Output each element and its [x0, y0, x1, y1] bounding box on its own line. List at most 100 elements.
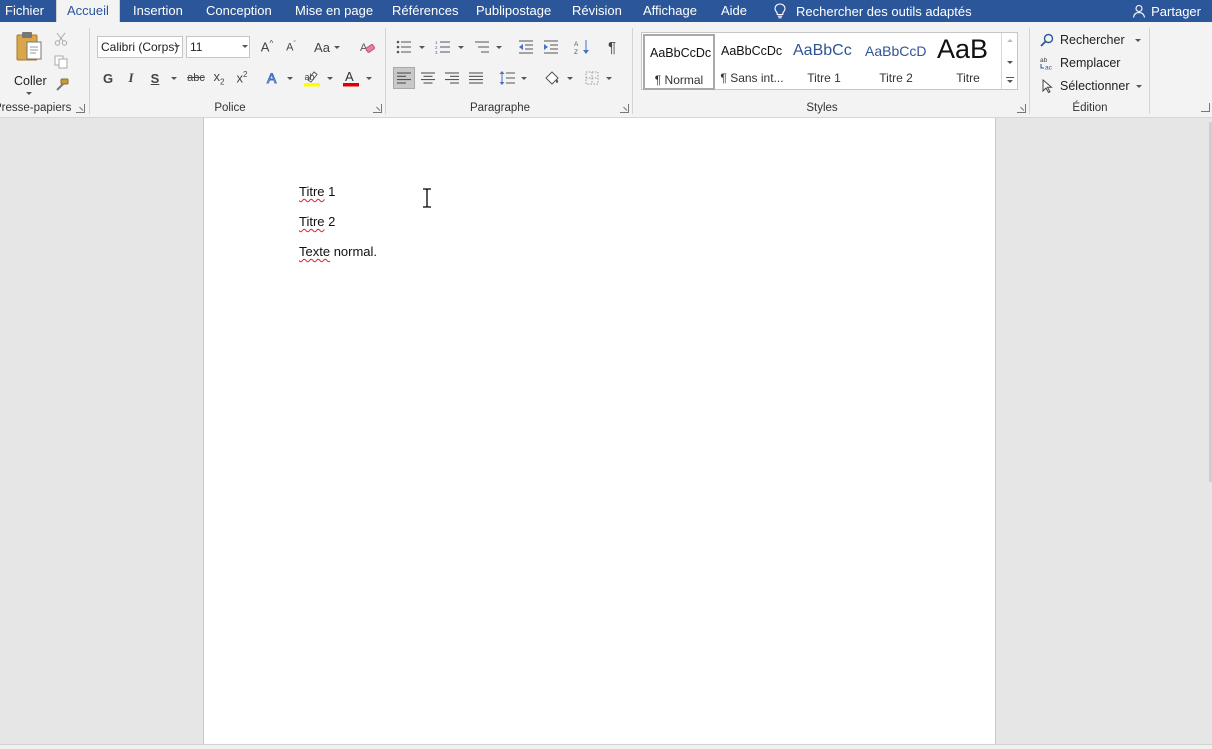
align-left-button[interactable]: [393, 67, 415, 89]
justify-icon: [469, 72, 483, 84]
style-title[interactable]: AaB Titre: [932, 34, 1004, 90]
font-color-icon: A: [343, 69, 359, 87]
bullets-dropdown-icon[interactable]: [419, 46, 425, 49]
svg-text:Z: Z: [574, 49, 578, 55]
clear-formatting-button[interactable]: A: [357, 36, 377, 58]
document-page[interactable]: Titre 1 Titre 2 Texte normal.: [203, 118, 996, 744]
font-name-box[interactable]: Calibri (Corps): [97, 36, 183, 58]
font-color-dropdown-icon[interactable]: [366, 77, 372, 80]
grow-font-button[interactable]: A^: [258, 36, 276, 58]
clipboard-dialog-launcher[interactable]: [76, 104, 85, 113]
numbering-button[interactable]: 123: [433, 36, 453, 58]
text-effects-icon: A: [267, 70, 278, 86]
tab-mise-en-page[interactable]: Mise en page: [295, 0, 373, 22]
line-spacing-button[interactable]: [497, 67, 517, 89]
align-center-button[interactable]: [418, 67, 438, 89]
line-spacing-dropdown-icon[interactable]: [521, 77, 527, 80]
select-dropdown-icon[interactable]: [1135, 84, 1142, 88]
tell-me-search[interactable]: Rechercher des outils adaptés: [774, 0, 972, 22]
style-heading-2[interactable]: AaBbCcD Titre 2: [860, 34, 932, 90]
borders-dropdown-icon[interactable]: [606, 77, 612, 80]
text-effects-button[interactable]: A: [264, 67, 284, 89]
underline-button[interactable]: S: [146, 67, 164, 89]
spelling-error[interactable]: Titre: [299, 214, 325, 229]
show-marks-button[interactable]: ¶: [603, 36, 621, 58]
italic-button[interactable]: I: [122, 67, 140, 89]
gallery-more-icon[interactable]: [1006, 77, 1014, 78]
shrink-font-button[interactable]: Aˇ: [282, 36, 300, 58]
ribbon-tab-bar: Fichier Accueil Insertion Conception Mis…: [0, 0, 1212, 22]
tab-conception[interactable]: Conception: [206, 0, 272, 22]
doc-paragraph-2[interactable]: Titre 2: [299, 214, 335, 229]
replace-label: Remplacer: [1060, 56, 1121, 70]
tab-insertion[interactable]: Insertion: [133, 0, 183, 22]
styles-dialog-launcher[interactable]: [1017, 104, 1026, 113]
text-effects-dropdown-icon[interactable]: [287, 77, 293, 80]
superscript-button[interactable]: x2: [233, 67, 251, 89]
highlight-dropdown-icon[interactable]: [327, 77, 333, 80]
multilevel-list-button[interactable]: [472, 36, 492, 58]
gallery-down-icon[interactable]: [1007, 61, 1013, 64]
paste-label: Coller: [14, 74, 47, 88]
paste-button[interactable]: Coller: [10, 30, 48, 95]
gallery-up-icon[interactable]: [1007, 39, 1013, 42]
highlight-color-button[interactable]: ab: [302, 67, 322, 89]
svg-text:ac: ac: [1045, 65, 1053, 71]
select-cursor-icon: [1042, 79, 1053, 93]
style-no-spacing[interactable]: AaBbCcDc ¶ Sans int...: [716, 34, 788, 90]
shading-button[interactable]: [542, 67, 562, 89]
shading-dropdown-icon[interactable]: [567, 77, 573, 80]
tab-affichage[interactable]: Affichage: [643, 0, 697, 22]
tab-publipostage[interactable]: Publipostage: [476, 0, 551, 22]
tab-fichier[interactable]: Fichier: [5, 0, 44, 22]
select-button[interactable]: Sélectionner: [1040, 77, 1142, 95]
bullets-button[interactable]: [394, 36, 414, 58]
find-button[interactable]: Rechercher: [1040, 31, 1141, 49]
paragraph-dialog-launcher[interactable]: [620, 104, 629, 113]
font-size-dropdown-icon[interactable]: [242, 45, 248, 48]
font-color-button[interactable]: A: [341, 67, 361, 89]
doc-paragraph-3[interactable]: Texte normal.: [299, 244, 377, 259]
format-painter-button[interactable]: [52, 74, 70, 96]
style-normal[interactable]: AaBbCcDc ¶ Normal: [643, 34, 715, 90]
font-size-box[interactable]: 11: [186, 36, 250, 58]
strikethrough-button[interactable]: abc: [185, 67, 207, 89]
style-heading-1[interactable]: AaBbCc Titre 1: [788, 34, 860, 90]
align-right-button[interactable]: [442, 67, 462, 89]
styles-gallery-scroller[interactable]: [1001, 33, 1017, 89]
tab-accueil[interactable]: Accueil: [56, 0, 120, 22]
borders-button[interactable]: [582, 67, 602, 89]
increase-indent-button[interactable]: [541, 36, 561, 58]
replace-button[interactable]: ab ac Remplacer: [1040, 54, 1120, 72]
superscript-icon: x2: [236, 70, 248, 86]
cut-button[interactable]: [52, 28, 70, 50]
justify-button[interactable]: [466, 67, 486, 89]
bold-button[interactable]: G: [99, 67, 117, 89]
spelling-error[interactable]: Texte: [299, 244, 330, 259]
subscript-button[interactable]: x2: [210, 67, 228, 89]
outdent-icon: [519, 40, 533, 54]
subscript-icon: x2: [213, 69, 225, 87]
multilevel-dropdown-icon[interactable]: [496, 46, 502, 49]
numbering-dropdown-icon[interactable]: [458, 46, 464, 49]
decrease-indent-button[interactable]: [516, 36, 536, 58]
scissors-icon: [54, 32, 68, 46]
collapse-ribbon-icon[interactable]: [1201, 103, 1210, 112]
sort-button[interactable]: A Z: [572, 36, 592, 58]
tab-revision[interactable]: Révision: [572, 0, 622, 22]
copy-button[interactable]: [52, 51, 70, 73]
spelling-error[interactable]: Titre: [299, 184, 325, 199]
style-no-spacing-name: ¶ Sans int...: [720, 71, 784, 85]
svg-text:3: 3: [435, 50, 438, 54]
underline-dropdown-icon[interactable]: [171, 77, 177, 80]
doc-paragraph-1[interactable]: Titre 1: [299, 184, 335, 199]
find-dropdown-icon[interactable]: [1134, 38, 1141, 42]
paste-dropdown-icon[interactable]: [26, 92, 32, 95]
change-case-button[interactable]: Aa: [311, 36, 333, 58]
font-dialog-launcher[interactable]: [373, 104, 382, 113]
change-case-dropdown-icon[interactable]: [334, 46, 340, 49]
tab-aide[interactable]: Aide: [721, 0, 747, 22]
font-name-dropdown-icon[interactable]: [174, 45, 180, 48]
share-button[interactable]: Partager: [1132, 0, 1201, 22]
tab-references[interactable]: Références: [392, 0, 458, 22]
